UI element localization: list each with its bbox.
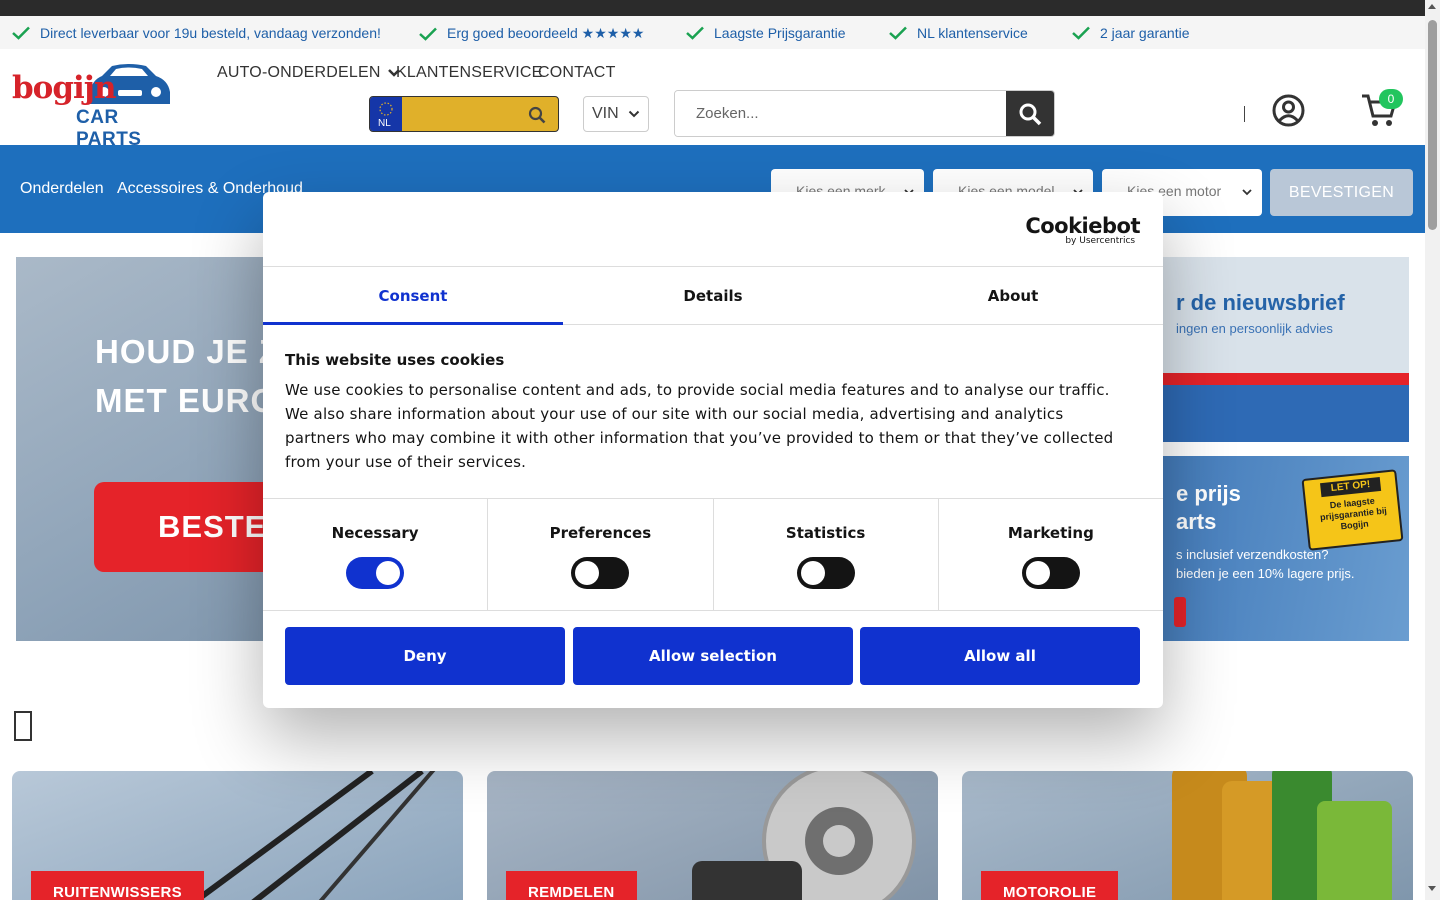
tab-consent[interactable]: Consent (263, 267, 563, 325)
usp-text: Laagste Prijsgarantie (714, 25, 846, 41)
usp-text: NL klantenservice (917, 25, 1028, 41)
preferences-toggle[interactable] (571, 557, 630, 589)
search-icon (1019, 103, 1042, 125)
usp-text: Direct leverbaar voor 19u besteld, vanda… (40, 25, 381, 41)
nav-klantenservice[interactable]: KLANTENSERVICE (396, 64, 543, 82)
price-promo-text: s inclusief verzendkosten? bieden je een… (1176, 545, 1355, 583)
confirm-button[interactable]: BEVESTIGEN (1270, 169, 1413, 216)
usp-item: Direct leverbaar voor 19u besteld, vanda… (12, 25, 381, 41)
price-promo-title: e prijs arts (1176, 480, 1241, 536)
price-promo-button[interactable] (1174, 597, 1186, 627)
nav-label: AUTO-ONDERDELEN (217, 64, 381, 81)
toggle-knob (800, 561, 825, 585)
chevron-down-icon (628, 110, 640, 118)
scroll-up-icon[interactable] (1428, 4, 1436, 9)
vin-label: VIN (592, 105, 619, 122)
missing-glyph-icon (14, 711, 32, 741)
cookie-toggles: Necessary Preferences Statistics Marketi… (263, 498, 1163, 611)
cookie-consent-dialog: Cookiebot by Usercentrics Consent Detail… (263, 192, 1163, 708)
hero-heading-line1: HOUD JE Z (95, 333, 281, 370)
search-box (674, 90, 1055, 137)
usp-item: Erg goed beoordeeld ★★★★★ (419, 25, 644, 42)
toggle-label: Preferences (549, 524, 652, 542)
plate-country: NL (378, 118, 391, 129)
check-icon (1072, 26, 1090, 40)
search-button[interactable] (1006, 91, 1054, 136)
nav-contact[interactable]: CONTACT (538, 64, 616, 82)
usp-item: Laagste Prijsgarantie (686, 25, 846, 41)
account-icon[interactable] (1272, 94, 1305, 127)
tab-details[interactable]: Details (563, 267, 863, 324)
category-card-remdelen[interactable]: REMDELEN (487, 771, 938, 900)
toggle-knob (575, 561, 600, 585)
usp-bar: Direct leverbaar voor 19u besteld, vanda… (0, 16, 1425, 49)
check-icon (889, 26, 907, 40)
category-card-ruitenwissers[interactable]: RUITENWISSERS (12, 771, 463, 900)
nav-auto-onderdelen[interactable]: AUTO-ONDERDELEN (217, 64, 401, 82)
check-icon (12, 26, 30, 40)
price-promo-title-line1: e prijs (1176, 481, 1241, 506)
allow-selection-button[interactable]: Allow selection (573, 627, 853, 685)
nav-label: KLANTENSERVICE (396, 64, 543, 81)
marketing-toggle[interactable] (1021, 557, 1080, 589)
toggle-label: Necessary (331, 524, 419, 542)
card-label: RUITENWISSERS (31, 871, 204, 900)
divider (1244, 106, 1245, 122)
category-card-motorolie[interactable]: MOTOROLIE (962, 771, 1413, 900)
nav-label: CONTACT (538, 64, 616, 81)
toggle-group-statistics: Statistics (714, 499, 939, 610)
toggle-knob (376, 561, 401, 585)
usp-text: Erg goed beoordeeld ★★★★★ (447, 25, 645, 41)
cookiebot-logo-main: Cookiebot (1025, 214, 1140, 238)
price-promo-title-line2: arts (1176, 509, 1217, 534)
toggle-label: Marketing (1007, 524, 1094, 542)
cart-count-badge: 0 (1379, 89, 1403, 109)
search-icon[interactable] (528, 106, 546, 124)
toggle-group-necessary: Necessary (263, 499, 489, 610)
tab-about[interactable]: About (863, 267, 1163, 324)
scroll-down-icon[interactable] (1428, 886, 1436, 891)
toggle-knob (1025, 561, 1050, 585)
eu-stars-icon (379, 102, 393, 116)
price-promo-text-line2: bieden je een 10% lagere prijs. (1176, 566, 1355, 581)
deny-button[interactable]: Deny (285, 627, 565, 685)
vin-select[interactable]: VIN (583, 96, 649, 132)
cookie-title: This website uses cookies (285, 351, 505, 369)
newsletter-subtitle: ingen en persoonlijk advies (1176, 321, 1333, 336)
statistics-toggle[interactable] (796, 557, 855, 589)
hero-heading-line2: MET EURO (95, 382, 278, 419)
necessary-toggle[interactable] (346, 557, 405, 589)
card-label: REMDELEN (506, 871, 637, 900)
toggle-group-marketing: Marketing (939, 499, 1163, 610)
check-icon (419, 27, 437, 41)
badge-body: De laagste prijsgarantie bij Bogijn (1319, 495, 1388, 532)
logo[interactable]: bogijn CAR PARTS (12, 64, 174, 150)
usp-text: 2 jaar garantie (1100, 25, 1190, 41)
price-guarantee-badge: LET OP! De laagste prijsgarantie bij Bog… (1301, 469, 1404, 551)
cookie-description: We use cookies to personalise content an… (285, 381, 1114, 471)
top-strip (0, 0, 1425, 16)
allow-all-button[interactable]: Allow all (860, 627, 1140, 685)
usp-item: NL klantenservice (889, 25, 1028, 41)
plate-eu-band: NL (370, 97, 402, 131)
cookiebot-logo: Cookiebot by Usercentrics (1025, 214, 1140, 246)
license-plate-input[interactable]: NL (369, 96, 559, 132)
badge-head: LET OP! (1320, 476, 1382, 498)
logo-wordmark: bogijn (12, 70, 117, 106)
chevron-down-icon (1242, 189, 1252, 196)
link-onderdelen[interactable]: Onderdelen (20, 180, 104, 198)
toggle-group-preferences: Preferences (488, 499, 714, 610)
newsletter-title: r de nieuwsbrief (1176, 290, 1345, 315)
header: bogijn CAR PARTS AUTO-ONDERDELEN KLANTEN… (0, 49, 1425, 150)
card-label: MOTOROLIE (981, 871, 1119, 900)
usp-item: 2 jaar garantie (1072, 25, 1190, 41)
scrollbar-thumb[interactable] (1428, 20, 1437, 230)
check-icon (686, 26, 704, 40)
toggle-label: Statistics (785, 524, 866, 542)
cookie-tabs: Consent Details About (263, 266, 1163, 325)
search-input[interactable] (675, 91, 1007, 136)
page-scrollbar[interactable] (1425, 0, 1440, 900)
